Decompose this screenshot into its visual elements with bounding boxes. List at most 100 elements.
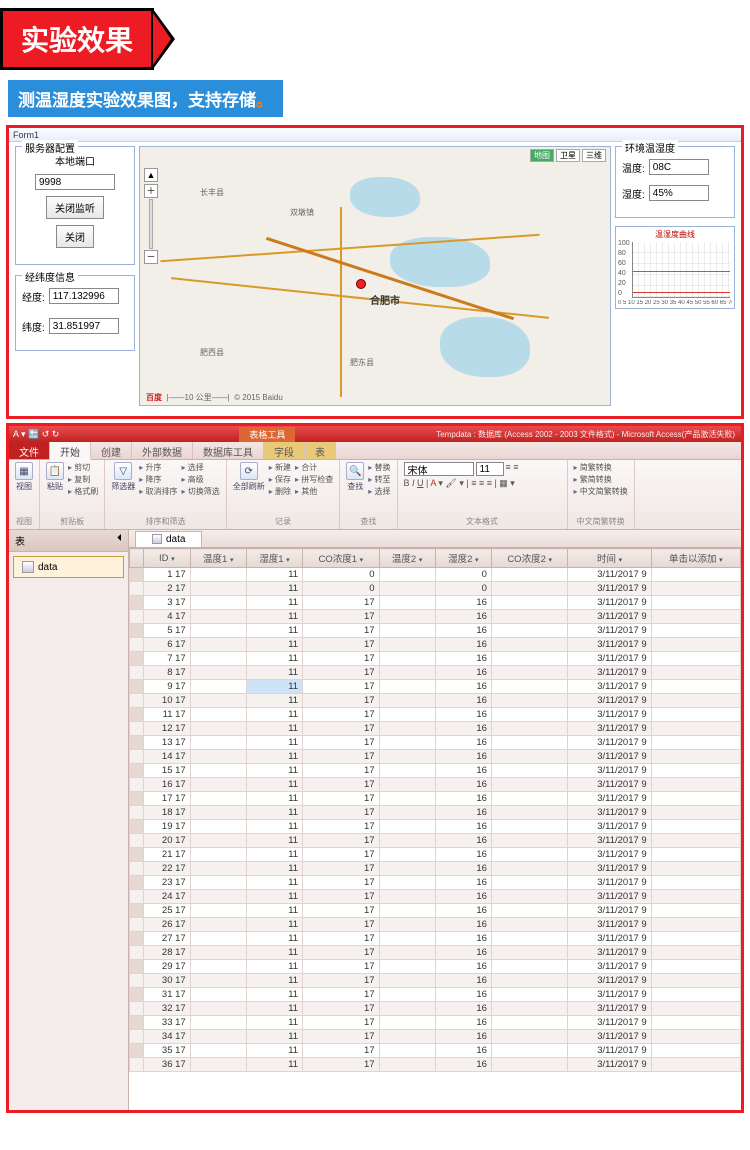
table-cell[interactable]: 26 17 — [144, 918, 191, 932]
filter-button[interactable]: ▽筛选器 — [111, 462, 135, 492]
table-cell[interactable]: 17 — [303, 680, 379, 694]
table-cell[interactable]: 3/11/2017 9 — [568, 820, 651, 834]
table-cell[interactable] — [190, 764, 246, 778]
table-cell[interactable]: 3/11/2017 9 — [568, 862, 651, 876]
table-cell[interactable] — [491, 834, 567, 848]
nav-item-data[interactable]: data — [13, 556, 124, 578]
table-cell[interactable] — [130, 680, 144, 694]
table-cell[interactable]: 14 17 — [144, 750, 191, 764]
table-cell[interactable]: 1 17 — [144, 568, 191, 582]
table-cell[interactable] — [651, 904, 740, 918]
replace-button[interactable]: 替换 — [368, 462, 390, 473]
table-cell[interactable]: 11 — [246, 638, 302, 652]
table-cell[interactable]: 16 — [435, 848, 491, 862]
table-cell[interactable]: 17 — [303, 946, 379, 960]
table-cell[interactable]: 31 17 — [144, 988, 191, 1002]
table-cell[interactable] — [130, 694, 144, 708]
table-cell[interactable]: 30 17 — [144, 974, 191, 988]
table-cell[interactable] — [190, 1030, 246, 1044]
table-cell[interactable]: 11 — [246, 960, 302, 974]
table-cell[interactable]: 3/11/2017 9 — [568, 1002, 651, 1016]
table-cell[interactable]: 17 — [303, 834, 379, 848]
table-cell[interactable] — [130, 890, 144, 904]
table-cell[interactable] — [130, 624, 144, 638]
table-cell[interactable]: 17 17 — [144, 792, 191, 806]
table-cell[interactable]: 16 — [435, 820, 491, 834]
table-cell[interactable] — [130, 1030, 144, 1044]
table-cell[interactable] — [190, 722, 246, 736]
table-row[interactable]: 19 171117163/11/2017 9 — [130, 820, 741, 834]
tab-external[interactable]: 外部数据 — [132, 442, 193, 459]
table-cell[interactable]: 11 — [246, 652, 302, 666]
sort-desc-button[interactable]: 降序 — [139, 474, 177, 485]
table-cell[interactable]: 3/11/2017 9 — [568, 890, 651, 904]
table-cell[interactable]: 16 — [435, 596, 491, 610]
column-header[interactable]: CO浓度1 ▾ — [303, 549, 379, 568]
font-size-combo[interactable] — [476, 462, 504, 476]
table-cell[interactable] — [190, 736, 246, 750]
table-cell[interactable] — [190, 708, 246, 722]
table-cell[interactable] — [651, 988, 740, 1002]
table-cell[interactable]: 13 17 — [144, 736, 191, 750]
table-cell[interactable] — [651, 582, 740, 596]
table-cell[interactable] — [130, 792, 144, 806]
table-cell[interactable] — [491, 918, 567, 932]
table-cell[interactable]: 16 — [435, 862, 491, 876]
table-row[interactable]: 26 171117163/11/2017 9 — [130, 918, 741, 932]
table-cell[interactable] — [651, 1016, 740, 1030]
map-mode-sat[interactable]: 卫星 — [556, 149, 580, 162]
table-row[interactable]: 25 171117163/11/2017 9 — [130, 904, 741, 918]
table-row[interactable]: 36 171117163/11/2017 9 — [130, 1058, 741, 1072]
table-cell[interactable] — [130, 736, 144, 750]
table-cell[interactable]: 16 — [435, 792, 491, 806]
table-cell[interactable]: 17 — [303, 1002, 379, 1016]
table-cell[interactable]: 11 — [246, 1030, 302, 1044]
table-cell[interactable]: 17 — [303, 750, 379, 764]
table-cell[interactable] — [190, 1016, 246, 1030]
table-cell[interactable] — [651, 820, 740, 834]
table-cell[interactable] — [491, 862, 567, 876]
table-cell[interactable] — [651, 848, 740, 862]
table-cell[interactable]: 11 — [246, 708, 302, 722]
table-cell[interactable] — [379, 652, 435, 666]
table-cell[interactable] — [651, 876, 740, 890]
table-cell[interactable] — [379, 666, 435, 680]
table-cell[interactable]: 16 — [435, 624, 491, 638]
tab-dbtools[interactable]: 数据库工具 — [193, 442, 264, 459]
table-cell[interactable] — [379, 946, 435, 960]
column-header[interactable]: CO浓度2 ▾ — [491, 549, 567, 568]
table-row[interactable]: 20 171117163/11/2017 9 — [130, 834, 741, 848]
table-row[interactable]: 8 171117163/11/2017 9 — [130, 666, 741, 680]
zoom-in-icon[interactable]: ＋ — [144, 184, 158, 198]
table-cell[interactable] — [491, 750, 567, 764]
table-cell[interactable] — [491, 1030, 567, 1044]
table-cell[interactable] — [491, 876, 567, 890]
table-cell[interactable] — [190, 610, 246, 624]
table-cell[interactable] — [651, 666, 740, 680]
table-cell[interactable]: 17 — [303, 890, 379, 904]
table-cell[interactable] — [130, 932, 144, 946]
table-cell[interactable]: 17 — [303, 694, 379, 708]
table-cell[interactable] — [190, 680, 246, 694]
table-cell[interactable]: 32 17 — [144, 1002, 191, 1016]
table-cell[interactable]: 17 — [303, 666, 379, 680]
clear-sort-button[interactable]: 取消排序 — [139, 486, 177, 497]
table-cell[interactable] — [491, 1002, 567, 1016]
table-cell[interactable]: 17 — [303, 708, 379, 722]
table-cell[interactable] — [651, 1030, 740, 1044]
table-cell[interactable]: 16 — [435, 722, 491, 736]
table-cell[interactable]: 3/11/2017 9 — [568, 876, 651, 890]
table-cell[interactable] — [130, 568, 144, 582]
table-cell[interactable] — [379, 862, 435, 876]
table-cell[interactable] — [379, 904, 435, 918]
table-cell[interactable]: 11 — [246, 834, 302, 848]
table-cell[interactable] — [379, 568, 435, 582]
table-cell[interactable] — [491, 652, 567, 666]
humi-input[interactable] — [649, 185, 709, 201]
table-cell[interactable] — [379, 1016, 435, 1030]
column-header[interactable]: ID ▾ — [144, 549, 191, 568]
table-cell[interactable] — [491, 778, 567, 792]
table-row[interactable]: 2 1711003/11/2017 9 — [130, 582, 741, 596]
table-cell[interactable]: 16 — [435, 736, 491, 750]
table-cell[interactable] — [491, 904, 567, 918]
